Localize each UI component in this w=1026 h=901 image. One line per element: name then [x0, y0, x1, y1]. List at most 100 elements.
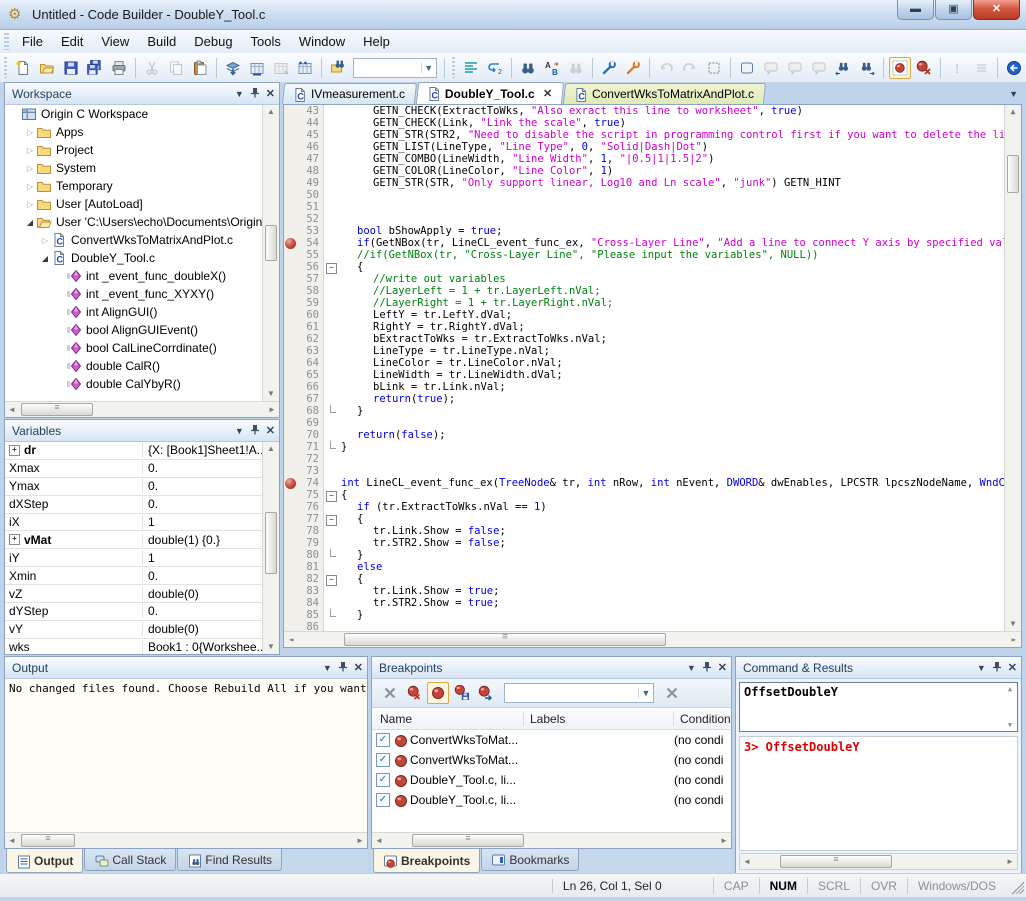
breakpoint-margin[interactable] [284, 333, 297, 345]
tree-item[interactable]: int AlignGUI() [5, 303, 279, 321]
panel-menu-icon[interactable]: ▼ [235, 89, 244, 99]
scroll-thumb[interactable] [344, 633, 666, 646]
variables-header[interactable]: Variables ▼ ✕ [5, 420, 279, 442]
variable-row[interactable]: Xmin0. [5, 567, 279, 585]
expand-icon[interactable]: + [9, 445, 20, 456]
save-all-icon[interactable] [84, 57, 106, 79]
fold-margin[interactable] [324, 357, 337, 369]
breakpoint-icon[interactable] [285, 478, 296, 489]
code-editor[interactable]: ▲ ▼ 43GETN_CHECK(ExtractToWks, "Also exr… [283, 104, 1022, 648]
collapsed-arrow-icon[interactable]: ▷ [39, 236, 51, 245]
menu-item-tools[interactable]: Tools [242, 32, 290, 51]
fold-margin[interactable] [324, 417, 337, 429]
breakpoint-row[interactable]: ✓ConvertWksToMat...(no condi [372, 730, 731, 750]
variable-row[interactable]: +vMatdouble(1) {0.} [5, 531, 279, 549]
menu-item-build[interactable]: Build [138, 32, 185, 51]
code-line[interactable]: 76if (tr.ExtractToWks.nVal == 1) [284, 501, 1021, 513]
fold-margin[interactable] [324, 441, 337, 453]
scroll-right-icon[interactable]: ► [1003, 857, 1017, 866]
code-line[interactable]: 83tr.Link.Show = true; [284, 585, 1021, 597]
code-line[interactable]: 73 [284, 465, 1021, 477]
close-icon[interactable]: ✕ [266, 426, 275, 436]
breakpoint-margin[interactable] [284, 321, 297, 333]
workspace-hscrollbar[interactable]: ◄ ► [5, 401, 279, 417]
code-line[interactable]: 85} [284, 609, 1021, 621]
scroll-thumb[interactable] [21, 834, 75, 847]
tab-list-dropdown-icon[interactable]: ▼ [1005, 87, 1022, 101]
breakpoint-margin[interactable] [284, 261, 297, 273]
close-icon[interactable]: ✕ [266, 89, 275, 99]
bp-remove-all-icon[interactable] [403, 682, 425, 704]
format-indent-icon[interactable] [460, 57, 482, 79]
code-line[interactable]: 58//LayerLeft = 1 + tr.LayerLeft.nVal; [284, 285, 1021, 297]
pin-icon[interactable] [702, 661, 712, 674]
fold-margin[interactable] [324, 117, 337, 129]
search-combobox[interactable]: ▼ [353, 58, 437, 78]
scroll-left-icon[interactable]: ◄ [284, 635, 298, 644]
menu-item-window[interactable]: Window [290, 32, 354, 51]
breakpoint-margin[interactable] [284, 357, 297, 369]
fold-margin[interactable] [324, 585, 337, 597]
code-line[interactable]: 68} [284, 405, 1021, 417]
breakpoint-margin[interactable] [284, 369, 297, 381]
breakpoint-margin[interactable] [284, 117, 297, 129]
undo-typing-icon[interactable]: 2 [484, 57, 506, 79]
fold-margin[interactable] [324, 237, 337, 249]
code-line[interactable]: 51 [284, 201, 1021, 213]
variables-vscrollbar[interactable]: ▲ ▼ [262, 442, 279, 654]
pin-icon[interactable] [338, 661, 348, 674]
breakpoint-margin[interactable] [284, 441, 297, 453]
tree-item[interactable]: int _event_func_doubleX() [5, 267, 279, 285]
panel-menu-icon[interactable]: ▼ [235, 426, 244, 436]
remove-all-breakpoints-icon[interactable] [913, 57, 935, 79]
scroll-thumb[interactable] [1007, 155, 1019, 193]
column-name[interactable]: Name [372, 712, 524, 726]
breakpoint-margin[interactable] [284, 249, 297, 261]
menu-item-view[interactable]: View [92, 32, 138, 51]
editor-tab[interactable]: CIVmeasurement.c [282, 83, 417, 104]
output-text[interactable]: No changed files found. Choose Rebuild A… [5, 679, 367, 832]
tree-item[interactable]: double CalYbyR() [5, 375, 279, 393]
code-line[interactable]: 47GETN_COMBO(LineWidth, "Line Width", 1,… [284, 153, 1021, 165]
breakpoint-margin[interactable] [284, 513, 297, 525]
debug-options-icon[interactable] [622, 57, 644, 79]
fold-margin[interactable] [324, 129, 337, 141]
scroll-thumb[interactable] [412, 834, 524, 847]
expanded-arrow-icon[interactable]: ◢ [24, 218, 36, 227]
variable-row[interactable]: Xmax0. [5, 460, 279, 478]
output-tab-output[interactable]: Output [6, 849, 83, 873]
new-file-icon[interactable] [12, 57, 34, 79]
variable-row[interactable]: dXStep0. [5, 496, 279, 514]
fold-margin[interactable] [324, 165, 337, 177]
breakpoint-margin[interactable] [284, 489, 297, 501]
breakpoint-margin[interactable] [284, 477, 297, 489]
scroll-left-icon[interactable]: ◄ [372, 836, 386, 845]
code-line[interactable]: 82−{ [284, 573, 1021, 585]
bp-delete-icon[interactable] [379, 682, 401, 704]
tree-item[interactable]: ▷System [5, 159, 279, 177]
scroll-left-icon[interactable]: ◄ [5, 836, 19, 845]
code-line[interactable]: 59//LayerRight = 1 + tr.LayerRight.nVal; [284, 297, 1021, 309]
checkbox[interactable]: ✓ [376, 733, 390, 747]
variable-row[interactable]: vYdouble(0) [5, 621, 279, 639]
tree-item[interactable]: ▷Project [5, 141, 279, 159]
breakpoint-margin[interactable] [284, 141, 297, 153]
variable-row[interactable]: wksBook1 : 0{Workshee... [5, 639, 279, 654]
code-line[interactable]: 86 [284, 621, 1021, 631]
code-line[interactable]: 54if(GetNBox(tr, LineCL_event_func_ex, "… [284, 237, 1021, 249]
fold-margin[interactable] [324, 549, 337, 561]
breakpoint-margin[interactable] [284, 465, 297, 477]
code-line[interactable]: 46GETN_LIST(LineType, "Line Type", 0, "S… [284, 141, 1021, 153]
fold-margin[interactable] [324, 297, 337, 309]
scroll-left-icon[interactable]: ◄ [740, 857, 754, 866]
fold-margin[interactable] [324, 609, 337, 621]
breakpoint-margin[interactable] [284, 525, 297, 537]
breakpoint-margin[interactable] [284, 501, 297, 513]
code-line[interactable]: 49GETN_STR(STR, "Only support linear, Lo… [284, 177, 1021, 189]
breakpoint-margin[interactable] [284, 621, 297, 631]
code-line[interactable]: 72 [284, 453, 1021, 465]
close-icon[interactable]: ✕ [1008, 663, 1017, 673]
scroll-thumb[interactable] [780, 855, 892, 868]
replace-icon[interactable]: AB [541, 57, 563, 79]
fold-margin[interactable] [324, 333, 337, 345]
